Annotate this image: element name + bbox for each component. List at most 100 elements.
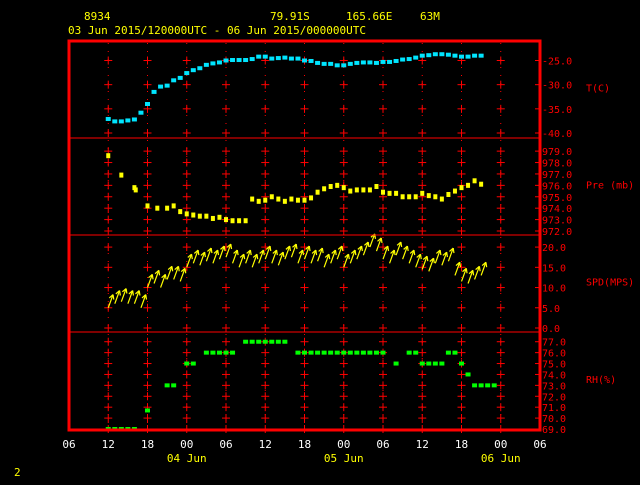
rh-tick-label: 72.0 [542,392,566,403]
rh-point [223,350,229,355]
pressure-point [407,194,412,200]
temperature-point [367,60,373,65]
wind-arrow-head [158,270,161,276]
page-number: 2 [14,466,21,479]
pressure-point [328,184,333,189]
rh-point [485,383,491,388]
temperature-tick-label: -25.0 [542,57,572,68]
rh-tick-label: 76.0 [542,349,566,360]
rh-point [367,350,373,355]
station-id: 8934 [84,10,111,23]
temperature-point [334,63,340,68]
wind-arrow-head [295,243,298,250]
wind-arrow-head [217,250,220,256]
wind-arrow-head [138,290,141,296]
wind-arrow-head [145,294,148,300]
temperature-point [308,58,314,63]
pressure-point [263,197,268,203]
temperature-point [223,58,229,63]
rh-point [445,350,451,355]
pressure-point [295,197,300,203]
wind-arrow-head [413,250,416,256]
temperature-point [151,89,157,94]
rh-point [432,361,438,366]
wind-arrow-head [380,237,383,244]
wind-arrow-head [282,252,285,258]
pressure-point [276,196,281,202]
pressure-point [387,190,392,196]
rh-point [249,339,255,344]
x-tick-label: 00 [337,438,350,451]
pressure-point [420,190,425,196]
pressure-tick-label: 976.0 [542,181,572,192]
temperature-point [269,56,275,61]
x-tick-label: 12 [416,438,429,451]
day-label: 06 Jun [481,452,521,465]
pressure-point [348,188,353,194]
wind-arrow-head [210,248,213,254]
rh-tick-label: 77.0 [542,338,566,349]
wind-arrow-head [118,290,121,296]
rh-point [184,361,190,366]
pressure-point [243,218,248,224]
rh-point [491,383,497,388]
wind-arrow-head [190,254,193,260]
wind-arrow-head [249,250,252,256]
pressure-tick-label: 978.0 [542,159,572,170]
rh-point [315,350,321,355]
temperature-point [158,84,164,89]
temperature-point [321,61,327,66]
wind-arrow-head [197,250,200,256]
rh-point [203,350,209,355]
pressure-point [466,182,471,188]
temperature-point [387,59,393,64]
pressure-point [413,194,418,200]
wind-arrow-head [426,256,429,262]
wind-arrow-head [315,250,318,256]
wind-arrow-head [341,245,344,252]
temperature-point [360,60,366,65]
x-tick-label: 00 [494,438,507,451]
rh-point [341,350,347,355]
rh-point [406,350,412,355]
pressure-point [354,187,359,193]
pressure-point [178,209,183,215]
wind-arrow-head [478,266,481,272]
wind-arrow-head [125,288,128,294]
temperature-point [118,119,124,124]
rh-point [282,339,288,344]
pressure-label: Pre (mb) [586,181,634,192]
rh-point [243,339,249,344]
x-tick-label: 12 [259,438,272,451]
temperature-point [236,58,242,63]
pressure-tick-label: 977.0 [542,170,572,181]
temperature-point [138,110,144,115]
pressure-point [171,203,176,209]
pressure-point [394,190,399,196]
pressure-point [191,212,196,218]
x-tick-label: 06 [533,438,546,451]
rh-tick-label: 71.0 [542,403,566,414]
temperature-point [426,53,432,58]
pressure-point [433,194,438,200]
temperature-point [216,60,222,65]
rh-point [275,339,281,344]
wind-arrow-head [171,266,174,272]
pressure-point [335,182,340,188]
pressure-tick-label: 974.0 [542,204,572,215]
wind-arrow-head [184,268,187,274]
rh-point [190,361,196,366]
temperature-point [164,83,170,88]
temperature-point [354,60,360,65]
temperature-point [341,63,347,68]
x-tick-label: 06 [62,438,75,451]
pressure-point [361,187,366,193]
temperature-point [171,78,177,83]
pressure-point [446,191,451,197]
pressure-point [204,213,209,219]
temperature-tick-label: -35.0 [542,105,572,116]
pressure-tick-label: 975.0 [542,193,572,204]
temperature-point [275,56,281,61]
wind-arrow-head [328,254,331,260]
rh-point [171,383,177,388]
